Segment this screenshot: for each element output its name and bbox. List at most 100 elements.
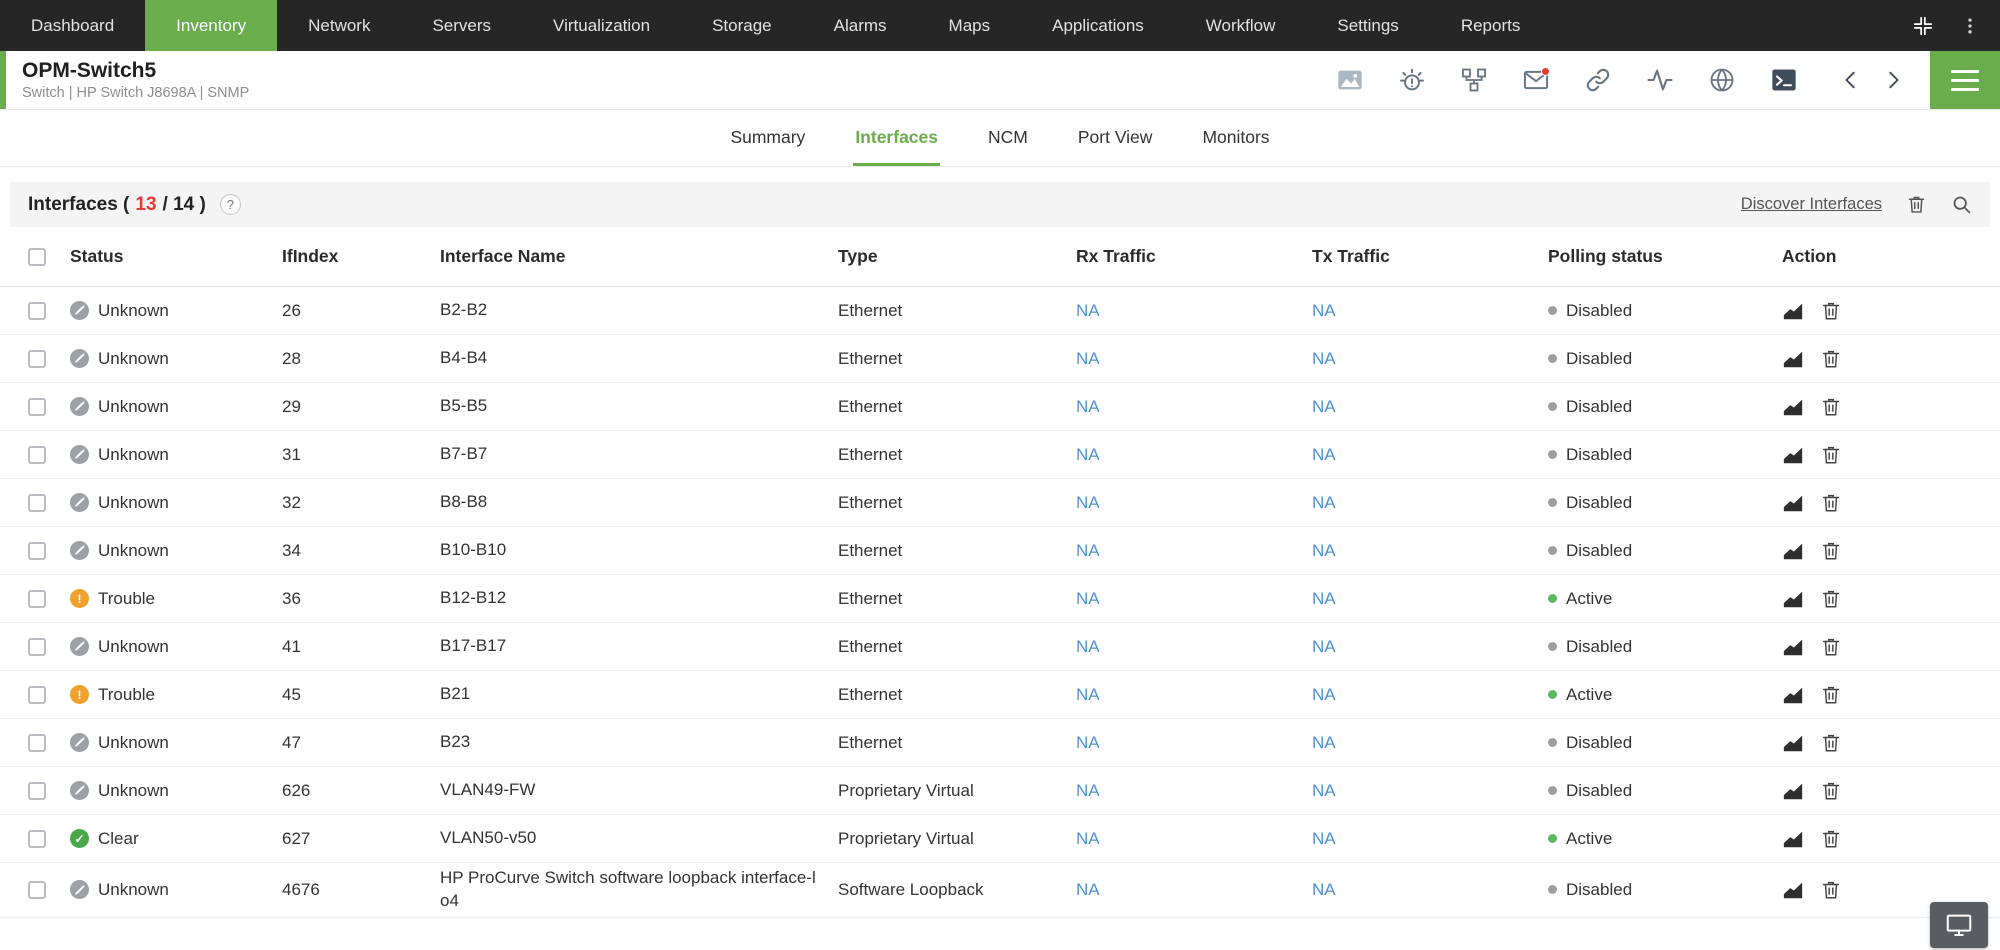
tab-ncm[interactable]: NCM (986, 110, 1030, 166)
delete-icon[interactable] (1906, 194, 1927, 215)
delete-icon[interactable] (1820, 684, 1842, 706)
rx-traffic-link[interactable]: NA (1076, 733, 1100, 752)
delete-icon[interactable] (1820, 732, 1842, 754)
traffic-graph-icon[interactable] (1782, 636, 1804, 658)
tx-traffic-link[interactable]: NA (1312, 301, 1336, 320)
nav-item-storage[interactable]: Storage (681, 0, 803, 51)
traffic-graph-icon[interactable] (1782, 444, 1804, 466)
row-checkbox[interactable] (28, 446, 46, 464)
tab-monitors[interactable]: Monitors (1200, 110, 1271, 166)
traffic-graph-icon[interactable] (1782, 492, 1804, 514)
topology-icon[interactable] (1460, 66, 1488, 94)
nav-item-workflow[interactable]: Workflow (1175, 0, 1307, 51)
tab-summary[interactable]: Summary (728, 110, 807, 166)
nav-item-network[interactable]: Network (277, 0, 401, 51)
rx-traffic-link[interactable]: NA (1076, 781, 1100, 800)
delete-icon[interactable] (1820, 300, 1842, 322)
traffic-graph-icon[interactable] (1782, 879, 1804, 901)
traffic-graph-icon[interactable] (1782, 732, 1804, 754)
sparkline-icon[interactable] (1646, 66, 1674, 94)
row-checkbox[interactable] (28, 830, 46, 848)
traffic-graph-icon[interactable] (1782, 348, 1804, 370)
traffic-graph-icon[interactable] (1782, 780, 1804, 802)
delete-icon[interactable] (1820, 348, 1842, 370)
rx-traffic-link[interactable]: NA (1076, 541, 1100, 560)
delete-icon[interactable] (1820, 828, 1842, 850)
tx-traffic-link[interactable]: NA (1312, 685, 1336, 704)
traffic-graph-icon[interactable] (1782, 828, 1804, 850)
menu-icon[interactable] (1930, 51, 2000, 109)
nav-item-servers[interactable]: Servers (401, 0, 522, 51)
row-checkbox[interactable] (28, 782, 46, 800)
delete-icon[interactable] (1820, 636, 1842, 658)
tx-traffic-link[interactable]: NA (1312, 445, 1336, 464)
rx-traffic-link[interactable]: NA (1076, 493, 1100, 512)
nav-item-applications[interactable]: Applications (1021, 0, 1175, 51)
row-checkbox[interactable] (28, 590, 46, 608)
delete-icon[interactable] (1820, 444, 1842, 466)
rx-traffic-link[interactable]: NA (1076, 589, 1100, 608)
tx-traffic-link[interactable]: NA (1312, 589, 1336, 608)
link-icon[interactable] (1584, 66, 1612, 94)
rx-traffic-link[interactable]: NA (1076, 829, 1100, 848)
chevron-right-icon[interactable] (1882, 69, 1904, 91)
traffic-graph-icon[interactable] (1782, 588, 1804, 610)
tx-traffic-link[interactable]: NA (1312, 880, 1336, 899)
nav-item-alarms[interactable]: Alarms (803, 0, 918, 51)
row-checkbox[interactable] (28, 350, 46, 368)
tx-traffic-link[interactable]: NA (1312, 781, 1336, 800)
terminal-icon[interactable] (1770, 66, 1798, 94)
rx-traffic-link[interactable]: NA (1076, 445, 1100, 464)
row-checkbox[interactable] (28, 542, 46, 560)
row-checkbox[interactable] (28, 398, 46, 416)
row-checkbox[interactable] (28, 686, 46, 704)
traffic-graph-icon[interactable] (1782, 684, 1804, 706)
delete-icon[interactable] (1820, 588, 1842, 610)
traffic-graph-icon[interactable] (1782, 540, 1804, 562)
nav-item-inventory[interactable]: Inventory (145, 0, 277, 51)
discover-interfaces-link[interactable]: Discover Interfaces (1741, 195, 1882, 214)
row-checkbox[interactable] (28, 494, 46, 512)
nav-item-settings[interactable]: Settings (1306, 0, 1429, 51)
select-all-checkbox[interactable] (28, 248, 46, 266)
more-options-icon[interactable] (1960, 15, 1980, 37)
rx-traffic-link[interactable]: NA (1076, 880, 1100, 899)
performance-graph-icon[interactable] (1336, 66, 1364, 94)
tab-port-view[interactable]: Port View (1076, 110, 1155, 166)
tab-interfaces[interactable]: Interfaces (853, 110, 940, 166)
row-checkbox[interactable] (28, 302, 46, 320)
alarm-icon[interactable] (1398, 66, 1426, 94)
rx-traffic-link[interactable]: NA (1076, 349, 1100, 368)
rx-traffic-link[interactable]: NA (1076, 301, 1100, 320)
traffic-graph-icon[interactable] (1782, 396, 1804, 418)
delete-icon[interactable] (1820, 879, 1842, 901)
chevron-left-icon[interactable] (1840, 69, 1862, 91)
rx-traffic-link[interactable]: NA (1076, 637, 1100, 656)
globe-icon[interactable] (1708, 66, 1736, 94)
row-checkbox[interactable] (28, 638, 46, 656)
tx-traffic-link[interactable]: NA (1312, 349, 1336, 368)
delete-icon[interactable] (1820, 492, 1842, 514)
delete-icon[interactable] (1820, 540, 1842, 562)
nav-item-dashboard[interactable]: Dashboard (0, 0, 145, 51)
nav-item-reports[interactable]: Reports (1430, 0, 1552, 51)
traffic-graph-icon[interactable] (1782, 300, 1804, 322)
delete-icon[interactable] (1820, 780, 1842, 802)
tx-traffic-link[interactable]: NA (1312, 397, 1336, 416)
tx-traffic-link[interactable]: NA (1312, 829, 1336, 848)
nav-item-virtualization[interactable]: Virtualization (522, 0, 681, 51)
tx-traffic-link[interactable]: NA (1312, 541, 1336, 560)
delete-icon[interactable] (1820, 396, 1842, 418)
tx-traffic-link[interactable]: NA (1312, 637, 1336, 656)
console-icon[interactable] (1930, 902, 1988, 948)
mail-icon[interactable] (1522, 66, 1550, 94)
rx-traffic-link[interactable]: NA (1076, 685, 1100, 704)
help-icon[interactable]: ? (220, 194, 241, 215)
nav-item-maps[interactable]: Maps (918, 0, 1022, 51)
row-checkbox[interactable] (28, 881, 46, 899)
row-checkbox[interactable] (28, 734, 46, 752)
collapse-icon[interactable] (1912, 15, 1934, 37)
tx-traffic-link[interactable]: NA (1312, 493, 1336, 512)
tx-traffic-link[interactable]: NA (1312, 733, 1336, 752)
search-icon[interactable] (1951, 194, 1972, 215)
